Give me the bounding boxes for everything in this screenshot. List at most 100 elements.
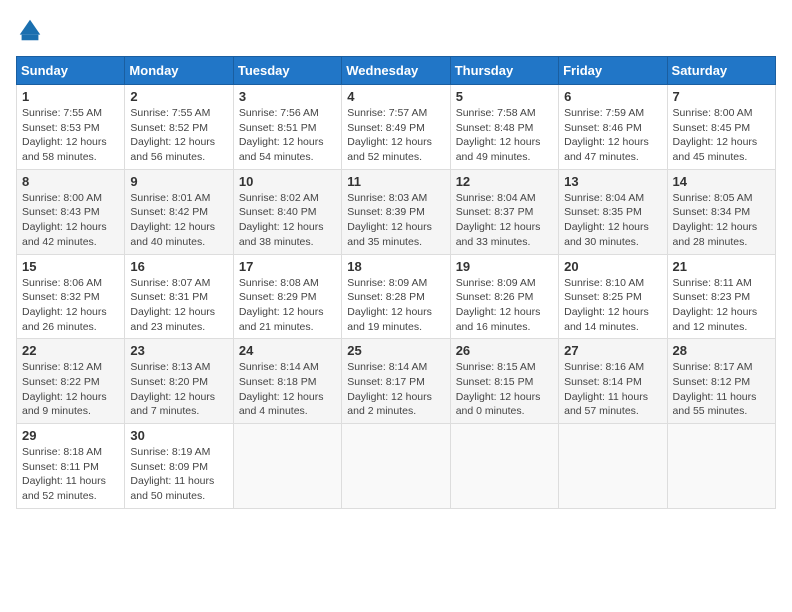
sunset-label: Sunset: 8:49 PM [347,122,425,134]
daylight-label: Daylight: 12 hours and 28 minutes. [673,221,758,248]
daylight-label: Daylight: 12 hours and 7 minutes. [130,391,215,418]
weekday-header: Monday [125,57,233,85]
sunset-label: Sunset: 8:17 PM [347,376,425,388]
weekday-header: Sunday [17,57,125,85]
sunrise-label: Sunrise: 7:55 AM [130,107,210,119]
daylight-label: Daylight: 12 hours and 56 minutes. [130,136,215,163]
calendar-cell [450,424,558,509]
sunset-label: Sunset: 8:31 PM [130,291,208,303]
day-info: Sunrise: 8:19 AM Sunset: 8:09 PM Dayligh… [130,445,227,504]
day-info: Sunrise: 8:08 AM Sunset: 8:29 PM Dayligh… [239,276,336,335]
weekday-header: Thursday [450,57,558,85]
weekday-header: Friday [559,57,667,85]
daylight-label: Daylight: 11 hours and 50 minutes. [130,475,214,502]
calendar-cell: 29 Sunrise: 8:18 AM Sunset: 8:11 PM Dayl… [17,424,125,509]
day-number: 12 [456,174,553,189]
day-info: Sunrise: 8:14 AM Sunset: 8:17 PM Dayligh… [347,360,444,419]
day-number: 28 [673,343,770,358]
calendar-cell: 28 Sunrise: 8:17 AM Sunset: 8:12 PM Dayl… [667,339,775,424]
calendar-header: SundayMondayTuesdayWednesdayThursdayFrid… [17,57,776,85]
page-header [16,16,776,44]
calendar-cell: 22 Sunrise: 8:12 AM Sunset: 8:22 PM Dayl… [17,339,125,424]
day-number: 4 [347,89,444,104]
sunset-label: Sunset: 8:42 PM [130,206,208,218]
day-info: Sunrise: 8:17 AM Sunset: 8:12 PM Dayligh… [673,360,770,419]
calendar-cell [559,424,667,509]
calendar-cell: 13 Sunrise: 8:04 AM Sunset: 8:35 PM Dayl… [559,169,667,254]
day-info: Sunrise: 8:09 AM Sunset: 8:26 PM Dayligh… [456,276,553,335]
sunrise-label: Sunrise: 7:57 AM [347,107,427,119]
calendar-cell: 30 Sunrise: 8:19 AM Sunset: 8:09 PM Dayl… [125,424,233,509]
sunrise-label: Sunrise: 8:07 AM [130,277,210,289]
daylight-label: Daylight: 12 hours and 30 minutes. [564,221,649,248]
daylight-label: Daylight: 12 hours and 14 minutes. [564,306,649,333]
sunrise-label: Sunrise: 8:01 AM [130,192,210,204]
day-info: Sunrise: 7:55 AM Sunset: 8:53 PM Dayligh… [22,106,119,165]
daylight-label: Daylight: 12 hours and 42 minutes. [22,221,107,248]
daylight-label: Daylight: 12 hours and 0 minutes. [456,391,541,418]
calendar-cell: 11 Sunrise: 8:03 AM Sunset: 8:39 PM Dayl… [342,169,450,254]
day-number: 2 [130,89,227,104]
daylight-label: Daylight: 12 hours and 54 minutes. [239,136,324,163]
sunrise-label: Sunrise: 8:14 AM [347,361,427,373]
daylight-label: Daylight: 12 hours and 16 minutes. [456,306,541,333]
day-info: Sunrise: 8:09 AM Sunset: 8:28 PM Dayligh… [347,276,444,335]
sunrise-label: Sunrise: 8:06 AM [22,277,102,289]
daylight-label: Daylight: 12 hours and 4 minutes. [239,391,324,418]
sunrise-label: Sunrise: 7:59 AM [564,107,644,119]
sunset-label: Sunset: 8:23 PM [673,291,751,303]
calendar-week-row: 22 Sunrise: 8:12 AM Sunset: 8:22 PM Dayl… [17,339,776,424]
calendar-cell: 7 Sunrise: 8:00 AM Sunset: 8:45 PM Dayli… [667,85,775,170]
day-number: 6 [564,89,661,104]
sunrise-label: Sunrise: 8:09 AM [347,277,427,289]
day-info: Sunrise: 8:11 AM Sunset: 8:23 PM Dayligh… [673,276,770,335]
day-number: 5 [456,89,553,104]
sunset-label: Sunset: 8:39 PM [347,206,425,218]
sunrise-label: Sunrise: 8:09 AM [456,277,536,289]
calendar-week-row: 1 Sunrise: 7:55 AM Sunset: 8:53 PM Dayli… [17,85,776,170]
sunrise-label: Sunrise: 8:08 AM [239,277,319,289]
weekday-header: Wednesday [342,57,450,85]
daylight-label: Daylight: 12 hours and 33 minutes. [456,221,541,248]
calendar-cell: 1 Sunrise: 7:55 AM Sunset: 8:53 PM Dayli… [17,85,125,170]
sunset-label: Sunset: 8:37 PM [456,206,534,218]
day-number: 1 [22,89,119,104]
daylight-label: Daylight: 11 hours and 52 minutes. [22,475,106,502]
sunset-label: Sunset: 8:34 PM [673,206,751,218]
calendar-cell: 2 Sunrise: 7:55 AM Sunset: 8:52 PM Dayli… [125,85,233,170]
calendar-cell: 4 Sunrise: 7:57 AM Sunset: 8:49 PM Dayli… [342,85,450,170]
sunset-label: Sunset: 8:51 PM [239,122,317,134]
day-number: 14 [673,174,770,189]
calendar-cell: 8 Sunrise: 8:00 AM Sunset: 8:43 PM Dayli… [17,169,125,254]
daylight-label: Daylight: 12 hours and 35 minutes. [347,221,432,248]
sunrise-label: Sunrise: 8:15 AM [456,361,536,373]
calendar-body: 1 Sunrise: 7:55 AM Sunset: 8:53 PM Dayli… [17,85,776,509]
sunset-label: Sunset: 8:28 PM [347,291,425,303]
day-number: 8 [22,174,119,189]
daylight-label: Daylight: 12 hours and 47 minutes. [564,136,649,163]
day-info: Sunrise: 8:05 AM Sunset: 8:34 PM Dayligh… [673,191,770,250]
sunrise-label: Sunrise: 8:14 AM [239,361,319,373]
day-number: 29 [22,428,119,443]
day-info: Sunrise: 8:02 AM Sunset: 8:40 PM Dayligh… [239,191,336,250]
sunrise-label: Sunrise: 8:19 AM [130,446,210,458]
calendar-cell [342,424,450,509]
day-number: 16 [130,259,227,274]
calendar-week-row: 29 Sunrise: 8:18 AM Sunset: 8:11 PM Dayl… [17,424,776,509]
day-info: Sunrise: 8:10 AM Sunset: 8:25 PM Dayligh… [564,276,661,335]
sunrise-label: Sunrise: 8:02 AM [239,192,319,204]
calendar-cell: 18 Sunrise: 8:09 AM Sunset: 8:28 PM Dayl… [342,254,450,339]
calendar-week-row: 8 Sunrise: 8:00 AM Sunset: 8:43 PM Dayli… [17,169,776,254]
day-number: 22 [22,343,119,358]
day-info: Sunrise: 8:01 AM Sunset: 8:42 PM Dayligh… [130,191,227,250]
day-number: 18 [347,259,444,274]
day-info: Sunrise: 8:13 AM Sunset: 8:20 PM Dayligh… [130,360,227,419]
calendar-cell: 21 Sunrise: 8:11 AM Sunset: 8:23 PM Dayl… [667,254,775,339]
sunset-label: Sunset: 8:53 PM [22,122,100,134]
calendar-cell: 9 Sunrise: 8:01 AM Sunset: 8:42 PM Dayli… [125,169,233,254]
daylight-label: Daylight: 12 hours and 40 minutes. [130,221,215,248]
logo [16,16,48,44]
sunrise-label: Sunrise: 8:05 AM [673,192,753,204]
sunrise-label: Sunrise: 8:12 AM [22,361,102,373]
sunrise-label: Sunrise: 7:56 AM [239,107,319,119]
